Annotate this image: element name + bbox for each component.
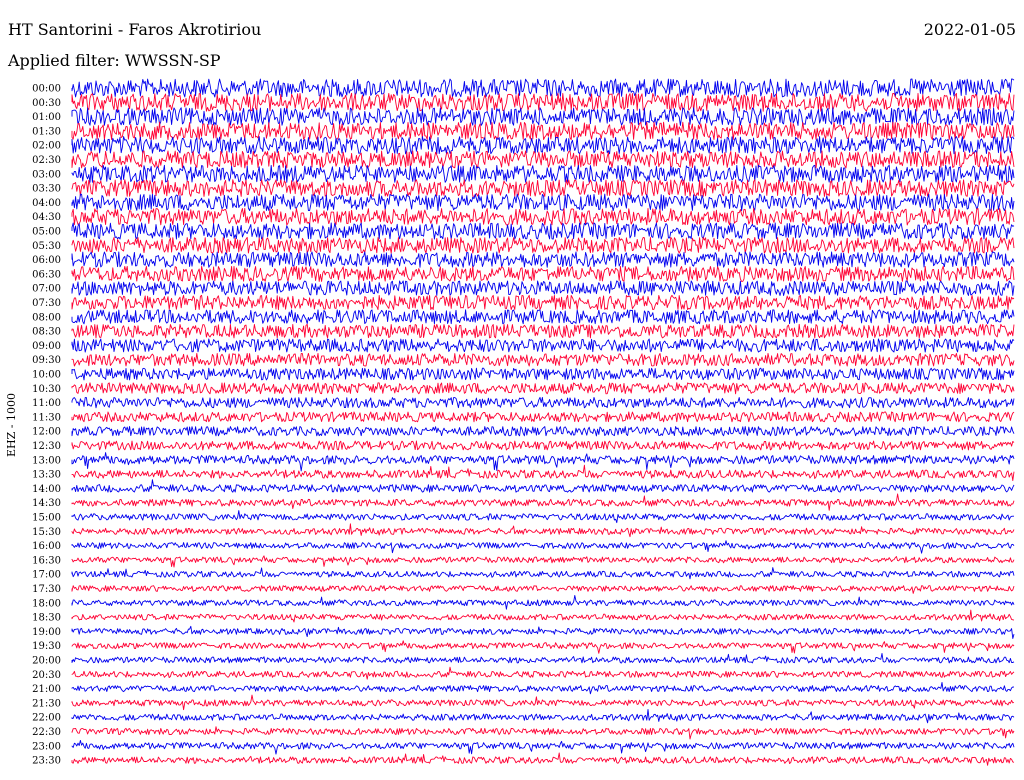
row-label-1200: 12:00 [32, 427, 61, 438]
row-label-0230: 02:30 [32, 155, 61, 166]
row-label-1930: 19:30 [32, 641, 61, 652]
row-label-2100: 21:00 [32, 684, 61, 695]
row-label-1700: 17:00 [32, 570, 61, 581]
helicorder-plot: 00:00 00:30 01:00 01:30 02:00 02:30 03:00 03:30… [32, 78, 1015, 767]
row-label-1100: 11:00 [32, 398, 61, 409]
trace-0530 [71, 236, 1015, 254]
row-label-0330: 03:30 [32, 184, 61, 195]
trace-2200 [71, 709, 1015, 724]
row-label-2200: 22:00 [32, 713, 61, 724]
row-label-1430: 14:30 [32, 498, 61, 509]
row-label-1530: 15:30 [32, 527, 61, 538]
trace-1500 [71, 510, 1014, 524]
row-label-1730: 17:30 [32, 584, 61, 595]
row-label-0130: 01:30 [32, 126, 61, 137]
trace-1230 [71, 440, 1015, 451]
row-label-0500: 05:00 [32, 227, 61, 238]
trace-1730 [71, 585, 1015, 594]
trace-1130 [71, 411, 1015, 423]
row-label-2130: 21:30 [32, 698, 61, 709]
row-label-0600: 06:00 [32, 255, 61, 266]
row-label-1900: 19:00 [32, 627, 61, 638]
trace-0630 [71, 265, 1015, 282]
trace-1030 [71, 382, 1015, 395]
row-label-1300: 13:00 [32, 455, 61, 466]
row-label-1030: 10:30 [32, 384, 61, 395]
trace-1300 [71, 452, 1015, 472]
trace-0400 [71, 193, 1015, 212]
trace-1330 [71, 464, 1015, 482]
row-label-1830: 18:30 [32, 613, 61, 624]
row-label-0100: 01:00 [32, 112, 61, 123]
trace-1000 [71, 367, 1015, 381]
row-label-0930: 09:30 [32, 355, 61, 366]
row-label-0830: 08:30 [32, 327, 61, 338]
row-label-0000: 00:00 [32, 84, 61, 95]
trace-2330 [71, 752, 1015, 766]
row-label-0200: 02:00 [32, 141, 61, 152]
row-label-1600: 16:00 [32, 541, 61, 552]
row-label-0800: 08:00 [32, 312, 61, 323]
trace-2130 [71, 694, 1015, 711]
trace-0300 [71, 164, 1015, 183]
trace-0600 [71, 251, 1015, 268]
trace-0730 [71, 294, 1015, 311]
row-label-0530: 05:30 [32, 241, 61, 252]
trace-0930 [71, 352, 1015, 367]
trace-1200 [71, 426, 1015, 437]
row-label-0900: 09:00 [32, 341, 61, 352]
row-label-1330: 13:30 [32, 470, 61, 481]
row-label-1230: 12:30 [32, 441, 61, 452]
row-label-1000: 10:00 [32, 370, 61, 381]
row-label-2000: 20:00 [32, 656, 61, 667]
row-label-2230: 22:30 [32, 727, 61, 738]
row-label-0430: 04:30 [32, 212, 61, 223]
row-label-2030: 20:30 [32, 670, 61, 681]
trace-1830 [71, 609, 1015, 623]
trace-1630 [71, 555, 1015, 568]
trace-0430 [71, 208, 1015, 226]
trace-1100 [71, 396, 1015, 409]
trace-0100 [71, 107, 1015, 126]
row-label-0730: 07:30 [32, 298, 61, 309]
trace-0330 [71, 179, 1015, 197]
trace-0800 [71, 309, 1015, 325]
row-label-0700: 07:00 [32, 284, 61, 295]
trace-0230 [71, 150, 1015, 169]
trace-1600 [71, 540, 1015, 554]
trace-0830 [71, 323, 1015, 339]
row-label-1630: 16:30 [32, 555, 61, 566]
trace-2000 [71, 653, 1015, 664]
row-label-0630: 06:30 [32, 269, 61, 280]
trace-0700 [71, 280, 1015, 296]
row-label-1500: 15:00 [32, 513, 61, 524]
row-label-2300: 23:00 [32, 741, 61, 752]
trace-1800 [71, 595, 1015, 610]
trace-0000 [71, 78, 1015, 98]
trace-1430 [71, 493, 1015, 511]
trace-1530 [71, 523, 1015, 538]
trace-0200 [71, 136, 1015, 155]
trace-1930 [71, 640, 1015, 654]
trace-2230 [71, 726, 1015, 740]
trace-1700 [71, 567, 1015, 580]
row-label-1800: 18:00 [32, 598, 61, 609]
row-label-1130: 11:30 [32, 412, 61, 423]
trace-1900 [71, 625, 1015, 639]
row-label-1400: 14:00 [32, 484, 61, 495]
row-label-0300: 03:00 [32, 169, 61, 180]
trace-2030 [71, 666, 1015, 680]
trace-0900 [71, 338, 1015, 353]
row-label-0400: 04:00 [32, 198, 61, 209]
row-label-2330: 23:30 [32, 756, 61, 767]
trace-2100 [71, 682, 1015, 695]
trace-1400 [71, 479, 1015, 493]
trace-2300 [71, 739, 1015, 755]
trace-0500 [71, 222, 1015, 240]
row-label-0030: 00:30 [32, 98, 61, 109]
